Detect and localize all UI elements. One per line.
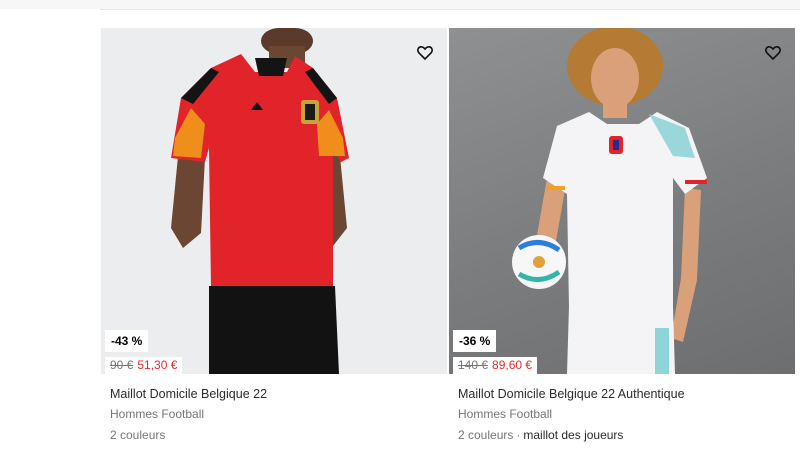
divider	[100, 9, 800, 10]
product-category: Hommes Football	[458, 407, 553, 421]
heart-outline-icon[interactable]	[417, 46, 433, 60]
color-count: 2 couleurs	[458, 428, 514, 442]
old-price: 140 €	[458, 358, 489, 372]
player-version-label: maillot des joueurs	[523, 428, 624, 442]
product-title[interactable]: Maillot Domicile Belgique 22 Authentique	[458, 386, 795, 402]
heart-outline-icon[interactable]	[765, 46, 781, 60]
top-strip	[0, 0, 800, 9]
product-card[interactable]: -43 % 90 €51,30 € Maillot Domicile Belgi…	[101, 28, 447, 443]
product-colors: 2 couleurs	[110, 427, 447, 443]
separator: ·	[516, 428, 521, 442]
product-title[interactable]: Maillot Domicile Belgique 22	[110, 386, 447, 402]
sale-price: 89,60 €	[492, 358, 533, 372]
color-count: 2 couleurs	[110, 428, 166, 442]
product-card[interactable]: -36 % 140 €89,60 € Maillot Domicile Belg…	[449, 28, 795, 443]
price-tag: 140 €89,60 €	[453, 357, 538, 374]
product-image[interactable]: -36 % 140 €89,60 €	[449, 28, 795, 374]
price-tag: 90 €51,30 €	[105, 357, 183, 374]
product-image[interactable]: -43 % 90 €51,30 €	[101, 28, 447, 374]
sale-price: 51,30 €	[137, 358, 178, 372]
product-category: Hommes Football	[110, 407, 205, 421]
product-photo-home-jersey	[171, 28, 349, 374]
old-price: 90 €	[110, 358, 134, 372]
product-photo-away-jersey	[512, 28, 707, 374]
discount-badge: -36 %	[453, 330, 497, 352]
product-colors: 2 couleurs · maillot des joueurs	[458, 427, 795, 443]
discount-badge: -43 %	[105, 330, 149, 352]
